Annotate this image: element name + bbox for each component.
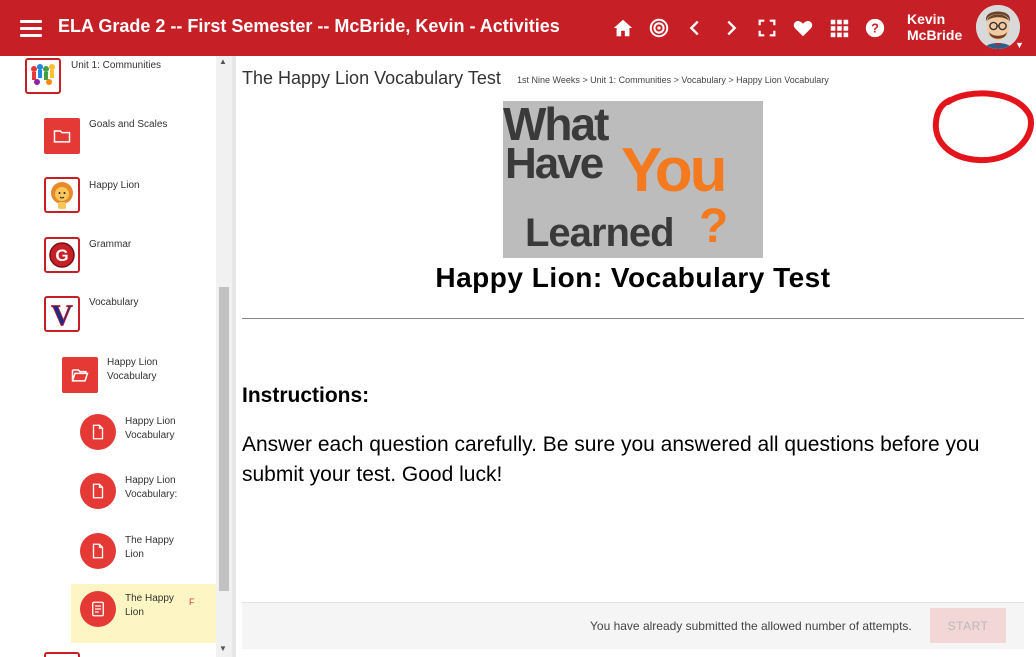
what-have-you-learned-image: What Have You Learned ? xyxy=(503,101,763,258)
chevron-down-icon[interactable]: ▼ xyxy=(1015,40,1024,50)
svg-text:G: G xyxy=(55,246,68,265)
chevron-right-icon[interactable] xyxy=(718,15,744,41)
vocabulary-v-image-icon: V xyxy=(44,296,80,332)
page-title: The Happy Lion Vocabulary Test xyxy=(242,68,501,88)
sidebar-item-label: Unit 1: Communities xyxy=(71,60,162,71)
sidebar-item-label: The Happy Lion xyxy=(125,535,174,560)
chevron-left-icon[interactable] xyxy=(682,15,708,41)
status-flag: F xyxy=(189,597,195,607)
sidebar-item-label: Happy Lion Vocabulary xyxy=(125,416,176,441)
sidebar-item-label: The Happy Lion xyxy=(125,593,174,618)
document-icon xyxy=(80,473,116,509)
next-item-icon xyxy=(44,652,80,657)
instructions-heading: Instructions: xyxy=(242,384,370,407)
sidebar-item-goals-and-scales[interactable]: Goals and Scales xyxy=(0,114,216,158)
hero-word: Have xyxy=(505,139,604,188)
svg-text:?: ? xyxy=(871,21,879,36)
document-icon xyxy=(80,533,116,569)
sidebar-item-label: Happy Lion xyxy=(89,180,140,191)
start-button[interactable]: START xyxy=(930,608,1006,643)
sidebar-item-label: Happy Lion Vocabulary xyxy=(107,357,158,382)
folder-open-icon xyxy=(62,357,98,393)
sidebar-item-label: Happy Lion Vocabulary: xyxy=(125,475,178,500)
menu-icon[interactable] xyxy=(20,17,42,39)
home-icon[interactable] xyxy=(610,15,636,41)
instructions-body: Answer each question carefully. Be sure … xyxy=(242,433,980,486)
grammar-g-image-icon: G xyxy=(44,237,80,273)
svg-text:V: V xyxy=(51,299,73,329)
scrollbar-thumb[interactable] xyxy=(219,287,229,591)
sidebar-item-the-happy-lion-test[interactable]: The Happy Lion xyxy=(0,589,216,639)
document-icon xyxy=(80,414,116,450)
help-icon[interactable]: ? xyxy=(862,15,888,41)
sidebar-item-unit-1[interactable]: Unit 1: Communities xyxy=(0,56,216,100)
attempts-message: You have already submitted the allowed n… xyxy=(590,619,912,633)
divider xyxy=(242,318,1024,319)
sidebar-item-vocabulary[interactable]: V Vocabulary xyxy=(0,293,216,337)
user-name: Kevin McBride xyxy=(907,11,963,43)
heart-icon[interactable] xyxy=(790,15,816,41)
sidebar-item-label: Vocabulary xyxy=(89,297,139,308)
breadcrumb: 1st Nine Weeks > Unit 1: Communities > V… xyxy=(517,75,829,85)
sidebar-item-happy-lion-vocabulary-doc[interactable]: Happy Lion Vocabulary xyxy=(0,412,216,456)
sidebar-item-the-happy-lion-doc[interactable]: The Happy Lion xyxy=(0,531,216,575)
hero-word: You xyxy=(621,136,727,205)
test-icon xyxy=(80,591,116,627)
test-heading: Happy Lion: Vocabulary Test xyxy=(435,262,831,293)
sidebar: Unit 1: Communities Goals and Scales Hap… xyxy=(0,56,232,657)
apps-grid-icon[interactable] xyxy=(826,15,852,41)
sidebar-item-label: Grammar xyxy=(89,239,132,250)
sidebar-item-label: Goals and Scales xyxy=(89,119,168,130)
top-bar: ELA Grade 2 -- First Semester -- McBride… xyxy=(0,0,1036,56)
app-title: ELA Grade 2 -- First Semester -- McBride… xyxy=(58,16,560,36)
hero-question-mark: ? xyxy=(699,200,729,253)
sidebar-item-happy-lion[interactable]: Happy Lion xyxy=(0,174,216,218)
sidebar-item-happy-lion-vocabulary-folder[interactable]: Happy Lion Vocabulary xyxy=(0,353,216,397)
scroll-down-icon[interactable]: ▼ xyxy=(219,644,227,653)
target-icon[interactable] xyxy=(646,15,672,41)
scroll-up-icon[interactable]: ▲ xyxy=(219,57,227,66)
avatar[interactable] xyxy=(976,5,1020,49)
sidebar-item-grammar[interactable]: G Grammar xyxy=(0,234,216,278)
lion-image-icon xyxy=(44,177,80,213)
red-circle-annotation xyxy=(932,90,1034,164)
communities-image-icon xyxy=(25,58,61,94)
panel-divider xyxy=(232,56,236,657)
hero-word: Learned xyxy=(525,211,675,255)
folder-icon xyxy=(44,118,80,154)
fullscreen-icon[interactable] xyxy=(754,15,780,41)
sidebar-item-happy-lion-vocabulary-colon[interactable]: Happy Lion Vocabulary: xyxy=(0,471,216,515)
